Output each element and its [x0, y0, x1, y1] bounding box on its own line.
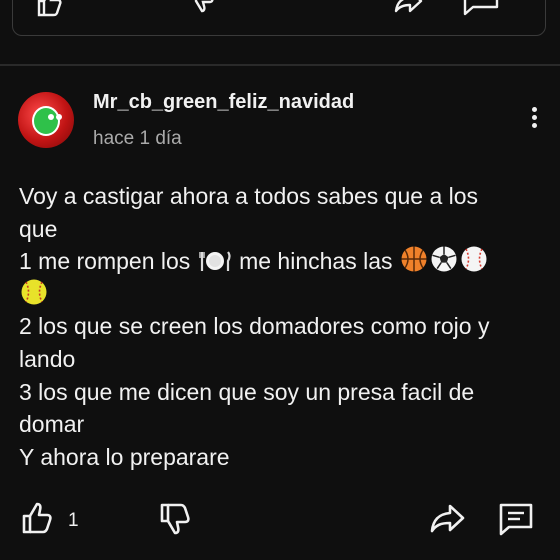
thumb-down-icon[interactable]	[158, 502, 194, 538]
basketball-emoji	[401, 246, 427, 272]
comment-username[interactable]: Mr_cb_green_feliz_navidad	[93, 91, 354, 114]
divider	[0, 64, 560, 66]
more-vert-icon[interactable]	[522, 104, 546, 140]
plate-emoji	[199, 251, 231, 272]
comment-text: me hinchas las	[239, 248, 393, 275]
thumb-down-icon[interactable]	[188, 0, 218, 17]
reply-icon[interactable]	[461, 0, 501, 17]
soccer-ball-emoji	[431, 246, 457, 272]
comment-line	[19, 278, 549, 311]
comment-action-bar	[0, 498, 560, 544]
comment-line: que	[19, 215, 58, 242]
thumb-up-icon[interactable]	[33, 0, 63, 17]
comment-line: domar	[19, 411, 85, 438]
comment-timestamp: hace 1 día	[93, 128, 182, 149]
comment-line: Voy a castigar ahora a todos sabes que a…	[19, 183, 479, 209]
comment-line: 1 me rompen los me hinchas las	[19, 245, 549, 278]
comment-line: 2 los que se creen los domadores como ro…	[19, 313, 490, 340]
baseball-emoji	[461, 246, 487, 272]
reply-icon[interactable]	[497, 502, 535, 538]
share-icon[interactable]	[428, 501, 466, 537]
comment-line: lando	[19, 345, 76, 372]
previous-comment-card	[12, 0, 546, 36]
like-count: 1	[68, 510, 79, 531]
share-icon[interactable]	[393, 0, 423, 17]
thumb-up-icon[interactable]	[20, 500, 56, 536]
comment-text: 1 me rompen los	[19, 248, 191, 275]
avatar[interactable]	[18, 92, 74, 148]
softball-emoji	[21, 279, 47, 305]
comment-line: Y ahora lo preparare	[19, 443, 230, 470]
comment-body: Voy a castigar ahora a todos sabes que a…	[19, 180, 549, 473]
comment-line: 3 los que me dicen que soy un presa faci…	[19, 378, 475, 405]
